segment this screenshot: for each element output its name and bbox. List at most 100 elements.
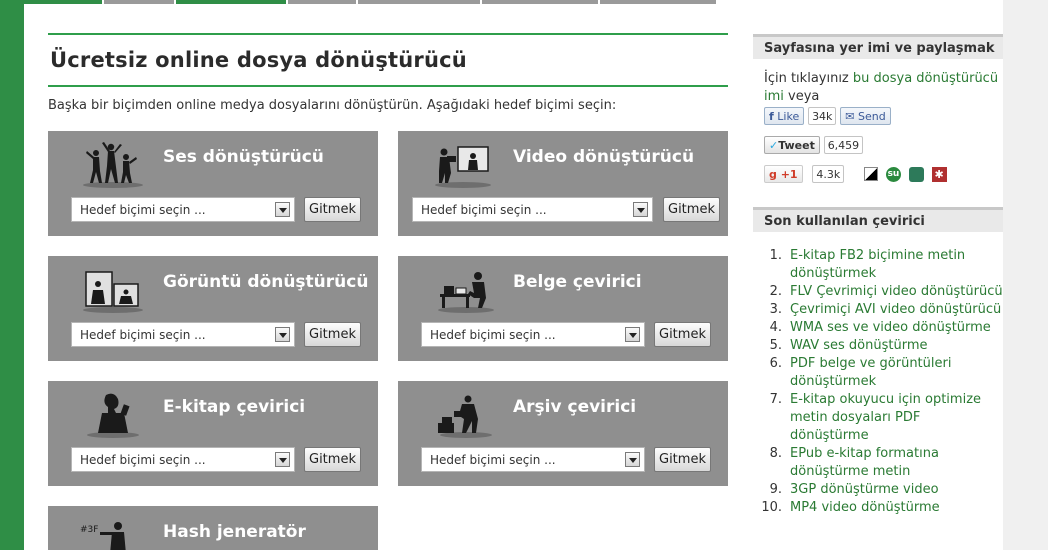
image-frames-icon xyxy=(83,271,143,313)
card-title: Hash jeneratör xyxy=(163,522,306,542)
gplus-label: +1 xyxy=(780,168,798,181)
recent-converter-link[interactable]: Çevrimiçi AVI video dönüştürücü xyxy=(790,302,1001,317)
card-archive-converter: Arşiv çevirici Hedef biçimi seçin ... Gi… xyxy=(398,381,728,486)
go-button[interactable]: Gitmek xyxy=(654,447,711,472)
card-title: Arşiv çevirici xyxy=(513,397,637,417)
card-hash-generator: #3F Hash jeneratör xyxy=(48,506,378,550)
recent-converter-link[interactable]: E-kitap okuyucu için optimize metin dosy… xyxy=(790,392,981,443)
recent-converter-item[interactable]: 2. FLV Çevrimiçi video dönüştürücü xyxy=(753,283,1003,301)
page-title: Ücretsiz online dosya dönüştürücü xyxy=(50,48,467,72)
recent-box: Son kullanılan çevirici xyxy=(753,207,1003,232)
nav-tab-3[interactable] xyxy=(176,0,286,4)
nav-tab-2[interactable] xyxy=(104,0,174,4)
tweet-label: Tweet xyxy=(778,139,815,152)
other-share-row: g +1 4.3k su ✱ xyxy=(764,165,947,185)
target-format-select[interactable]: Hedef biçimi seçin ... xyxy=(412,197,653,222)
card-video-converter: Video dönüştürücü Hedef biçimi seçin ...… xyxy=(398,131,728,236)
tweet-button[interactable]: ✓Tweet xyxy=(764,136,820,154)
select-placeholder: Hedef biçimi seçin ... xyxy=(421,203,547,217)
recent-converter-link[interactable]: WAV ses dönüştürme xyxy=(790,338,927,353)
target-format-select[interactable]: Hedef biçimi seçin ... xyxy=(421,322,645,347)
recent-converter-item[interactable]: 4. WMA ses ve video dönüştürme xyxy=(753,319,1003,337)
go-button[interactable]: Gitmek xyxy=(663,197,720,222)
list-number: 8. xyxy=(769,446,782,461)
select-placeholder: Hedef biçimi seçin ... xyxy=(80,453,206,467)
send-label: Send xyxy=(857,110,886,123)
share-heading: Sayfasına yer imi ve paylaşmak xyxy=(753,34,1003,59)
recent-list-box: 1. E-kitap FB2 biçimine metin dönüştürmek… xyxy=(753,247,1003,517)
like-label: Like xyxy=(777,110,800,123)
go-button[interactable]: Gitmek xyxy=(304,447,361,472)
recent-converter-link[interactable]: E-kitap FB2 biçimine metin dönüştürmek xyxy=(790,248,965,281)
recent-converter-link[interactable]: 3GP dönüştürme video xyxy=(790,482,939,497)
chevron-down-icon[interactable] xyxy=(633,202,648,217)
myspace-icon[interactable] xyxy=(908,167,924,182)
card-image-converter: Görüntü dönüştürücü Hedef biçimi seçin .… xyxy=(48,256,378,361)
svg-text:#3F: #3F xyxy=(80,525,98,535)
list-number: 1. xyxy=(769,248,782,263)
tweet-count: 6,459 xyxy=(823,136,864,154)
recent-converter-link[interactable]: MP4 video dönüştürme xyxy=(790,500,940,515)
recent-converter-item[interactable]: 7. E-kitap okuyucu için optimize metin do… xyxy=(753,391,1003,445)
list-number: 3. xyxy=(769,302,782,317)
nav-tab-5[interactable] xyxy=(358,0,480,4)
select-placeholder: Hedef biçimi seçin ... xyxy=(430,453,556,467)
ebook-reader-icon xyxy=(87,393,139,438)
recent-converter-item[interactable]: 3. Çevrimiçi AVI video dönüştürücü xyxy=(753,301,1003,319)
facebook-like-button[interactable]: f Like xyxy=(764,107,805,125)
recent-converter-item[interactable]: 10. MP4 video dönüştürme xyxy=(753,499,1003,517)
card-document-converter: Belge çevirici Hedef biçimi seçin ... Gi… xyxy=(398,256,728,361)
go-button[interactable]: Gitmek xyxy=(304,197,361,222)
recent-converter-item[interactable]: 6. PDF belge ve görüntüleri dönüştürmek xyxy=(753,355,1003,391)
recent-converter-link[interactable]: PDF belge ve görüntüleri dönüştürmek xyxy=(790,356,951,389)
target-format-select[interactable]: Hedef biçimi seçin ... xyxy=(71,447,295,472)
left-green-band xyxy=(0,0,24,550)
recent-converter-item[interactable]: 8. EPub e-kitap formatına dönüştürme meti… xyxy=(753,445,1003,481)
facebook-send-button[interactable]: ✉ Send xyxy=(840,107,891,125)
select-placeholder: Hedef biçimi seçin ... xyxy=(80,328,206,342)
archive-worker-icon xyxy=(438,395,492,438)
recent-converter-link[interactable]: WMA ses ve video dönüştürme xyxy=(790,320,991,335)
recent-heading: Son kullanılan çevirici xyxy=(753,207,1003,232)
chevron-down-icon[interactable] xyxy=(275,452,290,467)
twitter-bird-icon: ✓ xyxy=(769,139,779,152)
nav-tab-7[interactable] xyxy=(600,0,716,4)
stumbleupon-icon[interactable]: su xyxy=(885,167,901,182)
go-button[interactable]: Gitmek xyxy=(654,322,711,347)
target-format-select[interactable]: Hedef biçimi seçin ... xyxy=(71,322,295,347)
main-content: Ücretsiz online dosya dönüştürücü Başka … xyxy=(48,33,728,113)
share-box: Sayfasına yer imi ve paylaşmak İçin tıkl… xyxy=(753,34,1003,106)
target-format-select[interactable]: Hedef biçimi seçin ... xyxy=(71,197,295,222)
go-button[interactable]: Gitmek xyxy=(304,322,361,347)
list-number: 6. xyxy=(769,356,782,371)
list-number: 10. xyxy=(761,500,782,515)
share-prefix: İçin tıklayınız xyxy=(764,71,853,86)
target-format-select[interactable]: Hedef biçimi seçin ... xyxy=(421,447,645,472)
recent-converter-item[interactable]: 9. 3GP dönüştürme video xyxy=(753,481,1003,499)
recent-converter-item[interactable]: 1. E-kitap FB2 biçimine metin dönüştürmek xyxy=(753,247,1003,283)
nav-tab-6[interactable] xyxy=(482,0,598,4)
list-number: 2. xyxy=(769,284,782,299)
recent-converter-link[interactable]: EPub e-kitap formatına dönüştürme metin xyxy=(790,446,939,479)
list-number: 9. xyxy=(769,482,782,497)
hash-person-icon: #3F xyxy=(80,522,126,550)
chevron-down-icon[interactable] xyxy=(625,327,640,342)
google-plus-button[interactable]: g +1 xyxy=(764,165,803,183)
delicious-icon[interactable] xyxy=(864,167,879,181)
chevron-down-icon[interactable] xyxy=(275,327,290,342)
recent-converter-item[interactable]: 5. WAV ses dönüştürme xyxy=(753,337,1003,355)
recent-list: 1. E-kitap FB2 biçimine metin dönüştürmek… xyxy=(753,247,1003,517)
chevron-down-icon[interactable] xyxy=(625,452,640,467)
nav-tab-1[interactable] xyxy=(24,0,102,4)
recent-converter-link[interactable]: FLV Çevrimiçi video dönüştürücü xyxy=(790,284,1003,299)
chevron-down-icon[interactable] xyxy=(275,202,290,217)
card-title: E-kitap çevirici xyxy=(163,397,306,417)
facebook-icon: f xyxy=(769,110,774,123)
card-title: Görüntü dönüştürücü xyxy=(163,272,369,292)
google-plus-icon: g xyxy=(769,168,777,181)
list-number: 4. xyxy=(769,320,782,335)
share-suffix: veya xyxy=(783,89,820,104)
nav-tab-4[interactable] xyxy=(288,0,356,4)
bookmark-share-icon[interactable]: ✱ xyxy=(931,167,947,182)
like-count: 34k xyxy=(808,107,837,125)
